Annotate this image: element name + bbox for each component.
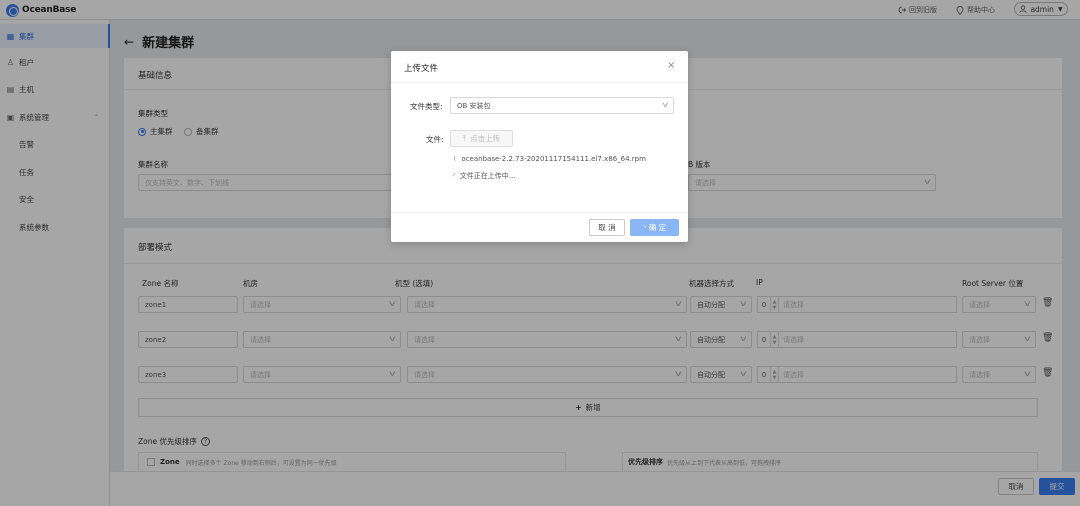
modal-cancel-button[interactable]: 取 消	[589, 219, 625, 236]
file-label: 文件:	[426, 135, 444, 144]
modal-ok-label: 确 定	[648, 223, 667, 232]
divider	[391, 82, 688, 83]
uploaded-file-item: ⌇ oceanbase-2.2.73-20201117154111.el7.x8…	[453, 155, 646, 163]
upload-file-modal: 上传文件 × 文件类型: OB 安装包 v 文件: ⤒ 点击上传 ⌇ ocean…	[391, 51, 688, 242]
loading-spinner-icon: ◜	[453, 172, 456, 180]
upload-status-text: 文件正在上传中...	[459, 172, 516, 180]
file-type-select[interactable]: OB 安装包 v	[450, 97, 674, 114]
upload-button-label: 点击上传	[470, 134, 501, 143]
modal-ok-button[interactable]: ◝ 确 定	[630, 219, 679, 236]
upload-status: ◜ 文件正在上传中...	[453, 171, 515, 181]
upload-button[interactable]: ⤒ 点击上传	[450, 130, 513, 147]
chevron-down-icon: v	[662, 100, 669, 109]
upload-icon: ⤒	[462, 133, 467, 143]
loading-spinner-icon: ◝	[642, 223, 646, 232]
file-name: oceanbase-2.2.73-20201117154111.el7.x86_…	[461, 155, 646, 163]
paperclip-icon: ⌇	[453, 155, 457, 163]
divider	[391, 212, 688, 213]
file-type-value: OB 安装包	[457, 101, 491, 110]
file-type-label: 文件类型:	[410, 102, 443, 111]
modal-title: 上传文件	[404, 64, 439, 74]
close-icon[interactable]: ×	[667, 60, 675, 71]
